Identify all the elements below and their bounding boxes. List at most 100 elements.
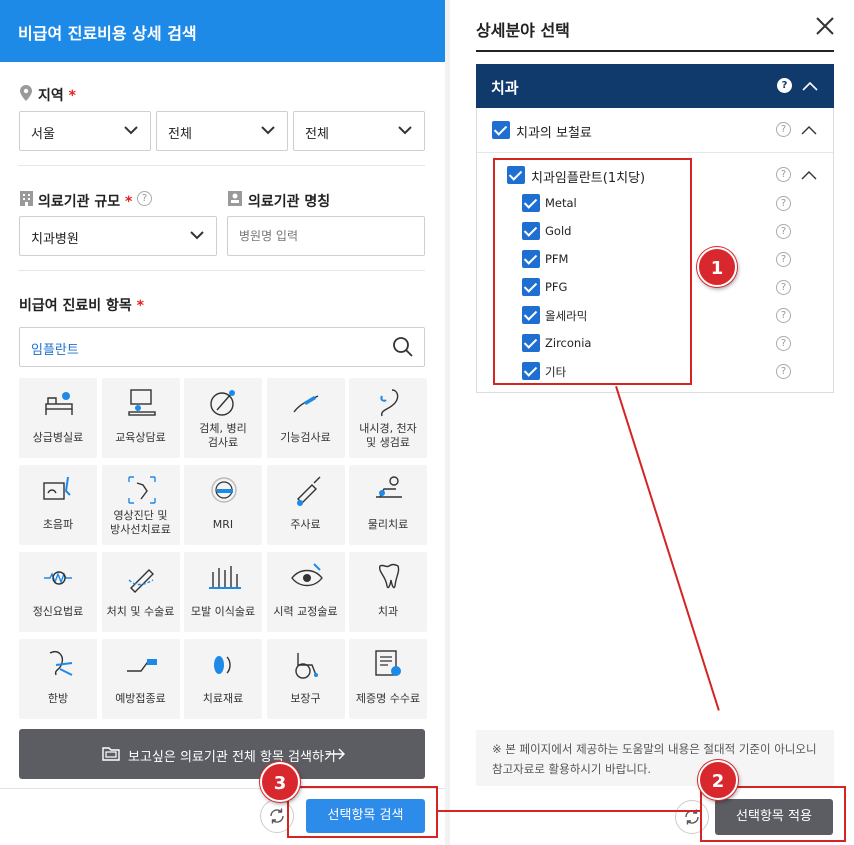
specimen-icon xyxy=(210,390,235,416)
category-card[interactable]: 기능검사료 xyxy=(266,378,345,458)
region-title: 지역 * xyxy=(38,88,76,104)
category-card[interactable]: 보장구 xyxy=(266,639,345,719)
option-help-icon[interactable]: ? xyxy=(776,308,791,323)
category-card[interactable]: 영상진단 및 방사선치료료 xyxy=(101,465,180,545)
close-icon[interactable] xyxy=(816,17,834,35)
annotation-badge-3: 3 xyxy=(260,762,300,802)
category-card[interactable]: 상급병실료 xyxy=(19,378,97,458)
hospital-name-input[interactable] xyxy=(227,216,425,256)
material-icon xyxy=(214,656,231,674)
category-card[interactable]: 초음파 xyxy=(19,465,97,545)
option-help-icon[interactable]: ? xyxy=(776,280,791,295)
arrow-right-icon xyxy=(326,748,345,760)
category-label: 물리치료 xyxy=(367,518,409,531)
dental-section-header[interactable]: 치과 ? xyxy=(476,64,834,108)
region-select-district[interactable]: 전체 xyxy=(156,111,288,151)
surgery-icon xyxy=(128,569,154,593)
option-help-icon[interactable]: ? xyxy=(776,252,791,267)
category-card[interactable]: 물리치료 xyxy=(349,465,427,545)
category-label: 시력 교정술료 xyxy=(273,605,338,618)
category-label: MRI xyxy=(212,518,234,531)
hospital-bed-icon xyxy=(45,392,73,415)
name-tag-icon xyxy=(228,191,242,206)
category-card[interactable]: 한방 xyxy=(19,639,97,719)
category-card[interactable]: MRI xyxy=(184,465,262,545)
counseling-icon xyxy=(127,389,156,416)
scale-help-icon[interactable]: ? xyxy=(137,191,152,206)
dental-help-icon[interactable]: ? xyxy=(777,78,792,93)
vaccine-icon xyxy=(126,659,157,672)
implant-help-icon[interactable]: ? xyxy=(776,167,791,182)
divider xyxy=(18,165,425,166)
function-test-icon xyxy=(292,395,318,413)
category-card[interactable]: 치료재료 xyxy=(184,639,262,719)
option-help-icon[interactable]: ? xyxy=(776,364,791,379)
option-help-icon[interactable]: ? xyxy=(776,224,791,239)
category-card[interactable]: 모발 이식술료 xyxy=(184,552,262,632)
category-label: 검체, 병리 검사료 xyxy=(199,422,247,449)
divider xyxy=(18,270,425,271)
annotation-badge-1: 1 xyxy=(697,247,737,287)
chevron-down-icon xyxy=(261,126,275,135)
location-pin-icon xyxy=(20,85,32,101)
category-label: 제증명 수수료 xyxy=(355,692,421,705)
chevron-down-icon xyxy=(124,126,138,135)
annotation-box-search xyxy=(287,786,438,838)
right-panel-title: 상세분야 선택 xyxy=(476,21,570,40)
physiotherapy-icon xyxy=(376,476,402,498)
certificate-icon xyxy=(375,650,401,676)
category-label: 초음파 xyxy=(42,518,74,531)
category-card[interactable]: 내시경, 천자 및 생검료 xyxy=(349,378,427,458)
wheelchair-icon xyxy=(294,653,318,679)
mri-icon xyxy=(211,477,237,503)
endoscope-icon xyxy=(380,389,399,417)
annotation-box-options xyxy=(493,158,692,385)
category-card[interactable]: 예방접종료 xyxy=(101,639,180,719)
chevron-up-icon[interactable] xyxy=(802,81,818,91)
building-icon xyxy=(20,191,33,206)
category-card[interactable]: 주사료 xyxy=(266,465,345,545)
option-help-icon[interactable]: ? xyxy=(776,196,791,211)
annotation-connector-line xyxy=(438,810,700,812)
items-title: 비급여 진료비 항목 * xyxy=(19,298,144,314)
category-label: 상급병실료 xyxy=(32,431,84,444)
category-card[interactable]: 제증명 수수료 xyxy=(349,639,427,719)
option-help-icon[interactable]: ? xyxy=(776,336,791,351)
category-card[interactable]: 정신요법료 xyxy=(19,552,97,632)
folder-icon xyxy=(102,747,120,761)
chevron-down-icon xyxy=(190,231,204,240)
radiology-icon xyxy=(127,476,156,504)
item-search-input[interactable]: 임플란트 xyxy=(19,327,425,367)
annotation-badge-2: 2 xyxy=(698,760,738,800)
category-card[interactable]: 시력 교정술료 xyxy=(266,552,345,632)
scale-select[interactable]: 치과병원 xyxy=(19,216,217,256)
tooth-icon xyxy=(378,563,400,589)
category-label: 영상진단 및 방사선치료료 xyxy=(110,509,171,536)
category-card[interactable]: 치과 xyxy=(349,552,427,632)
category-label: 모발 이식술료 xyxy=(190,605,256,618)
prosthesis-checkbox[interactable] xyxy=(492,121,510,139)
ultrasound-icon xyxy=(43,476,71,500)
category-card[interactable]: 검체, 병리 검사료 xyxy=(184,378,262,458)
region-select-city[interactable]: 서울 xyxy=(19,111,151,151)
all-items-search-button[interactable]: 보고싶은 의료기관 전체 항목 검색하기 xyxy=(19,729,425,779)
category-label: 치과 xyxy=(377,605,399,618)
chevron-up-icon[interactable] xyxy=(801,170,817,180)
search-icon[interactable] xyxy=(392,336,414,358)
category-label: 예방접종료 xyxy=(115,692,166,705)
category-card[interactable]: 교육상담료 xyxy=(101,378,180,458)
chevron-up-icon[interactable] xyxy=(801,125,817,135)
category-label: 기능검사료 xyxy=(280,431,331,444)
prosthesis-label: 치과의 보철료 xyxy=(516,126,592,141)
left-panel: 비급여 진료비용 상세 검색 지역 * 서울 전체 전체 의료기관 규모 * ?… xyxy=(0,0,445,845)
category-label: 교육상담료 xyxy=(115,431,166,444)
help-notice: ※ 본 페이지에서 제공하는 도움말의 내용은 절대적 기준이 아니오니참고자료… xyxy=(476,730,834,786)
acupuncture-icon xyxy=(49,651,73,676)
refresh-icon xyxy=(270,808,284,824)
category-card[interactable]: 처치 및 수술료 xyxy=(101,552,180,632)
category-label: 내시경, 천자 및 생검료 xyxy=(359,422,417,449)
region-select-dong[interactable]: 전체 xyxy=(293,111,425,151)
scale-title: 의료기관 규모 * xyxy=(38,194,133,210)
brain-wave-icon xyxy=(44,571,72,585)
prosthesis-help-icon[interactable]: ? xyxy=(776,122,791,137)
